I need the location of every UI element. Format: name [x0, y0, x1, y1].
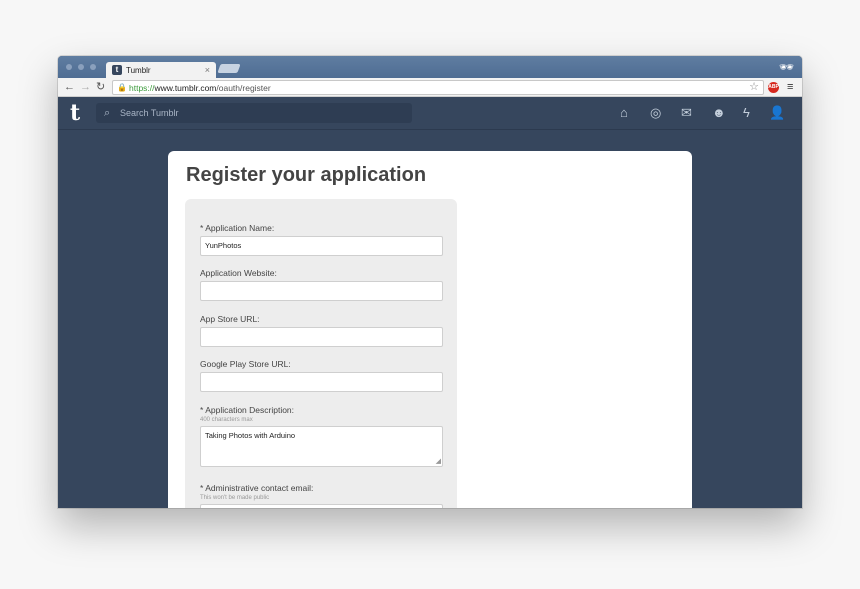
maximize-window-button[interactable]: [90, 64, 96, 70]
browser-tab-tumblr[interactable]: t Tumblr ×: [106, 62, 216, 79]
explore-compass-icon[interactable]: ◎: [650, 105, 661, 121]
tab-close-icon[interactable]: ×: [205, 64, 210, 76]
bookmark-star-icon[interactable]: ☆: [749, 81, 759, 94]
activity-lightning-icon[interactable]: ϟ: [743, 105, 750, 121]
account-person-icon[interactable]: 👤: [769, 105, 785, 121]
search-icon: ⌕: [104, 107, 111, 119]
search-placeholder: Search Tumblr: [120, 108, 179, 118]
url-path: /oauth/register: [216, 83, 271, 93]
url-text: https://www.tumblr.com/oauth/register: [129, 82, 271, 94]
search-input[interactable]: ⌕ Search Tumblr: [96, 103, 412, 123]
appstore-url-label: App Store URL:: [200, 314, 260, 324]
website-label: Application Website:: [200, 268, 277, 278]
browser-toolbar: ← → ↻ 🔒 https://www.tumblr.com/oauth/reg…: [58, 78, 802, 97]
description-hint: 400 characters max: [200, 417, 253, 423]
tumblr-header: t ⌕ Search Tumblr ⌂ ◎ ✉ ☻ ϟ 👤: [58, 97, 802, 130]
tab-title: Tumblr: [126, 66, 151, 75]
description-textarea[interactable]: Taking Photos with Arduino ◢: [200, 426, 443, 467]
tumblr-logo[interactable]: t: [70, 100, 80, 126]
minimize-window-button[interactable]: [78, 64, 84, 70]
messaging-smiley-icon[interactable]: ☻: [712, 105, 726, 121]
tumblr-favicon-icon: t: [112, 65, 122, 75]
lock-icon: 🔒: [117, 83, 127, 92]
email-label: * Administrative contact email:: [200, 483, 314, 493]
title-bar: t Tumblr × 🕶: [58, 56, 802, 79]
email-field[interactable]: [200, 504, 443, 508]
address-bar[interactable]: 🔒 https://www.tumblr.com/oauth/register …: [112, 80, 764, 95]
forward-arrow-icon[interactable]: →: [80, 80, 91, 94]
browser-menu-icon[interactable]: ≡: [787, 80, 793, 94]
browser-window: t Tumblr × 🕶 ← → ↻ 🔒 https://www.tumblr.…: [58, 56, 802, 508]
playstore-url-label: Google Play Store URL:: [200, 359, 291, 369]
description-value: Taking Photos with Arduino: [205, 431, 296, 440]
reload-icon[interactable]: ↻: [96, 80, 105, 94]
app-name-label: * Application Name:: [200, 223, 275, 233]
url-host: www.tumblr.com: [154, 83, 217, 93]
registration-form: * Application Name: YunPhotos Applicatio…: [185, 199, 457, 508]
resize-handle-icon[interactable]: ◢: [436, 458, 441, 466]
home-icon[interactable]: ⌂: [620, 105, 628, 121]
incognito-icon: 🕶: [778, 60, 794, 74]
back-arrow-icon[interactable]: ←: [64, 80, 75, 94]
close-window-button[interactable]: [66, 64, 72, 70]
playstore-url-field[interactable]: [200, 372, 443, 392]
new-tab-button[interactable]: [217, 64, 241, 73]
register-card: Register your application * Application …: [168, 151, 692, 508]
adblock-plus-icon[interactable]: ABP: [768, 82, 779, 93]
email-hint: This won't be made public: [200, 495, 270, 501]
url-scheme: https://: [129, 83, 155, 93]
appstore-url-field[interactable]: [200, 327, 443, 347]
inbox-mail-icon[interactable]: ✉: [681, 105, 692, 121]
page-title: Register your application: [186, 164, 427, 186]
app-name-field[interactable]: YunPhotos: [200, 236, 443, 256]
description-label: * Application Description:: [200, 405, 295, 415]
website-field[interactable]: [200, 281, 443, 301]
